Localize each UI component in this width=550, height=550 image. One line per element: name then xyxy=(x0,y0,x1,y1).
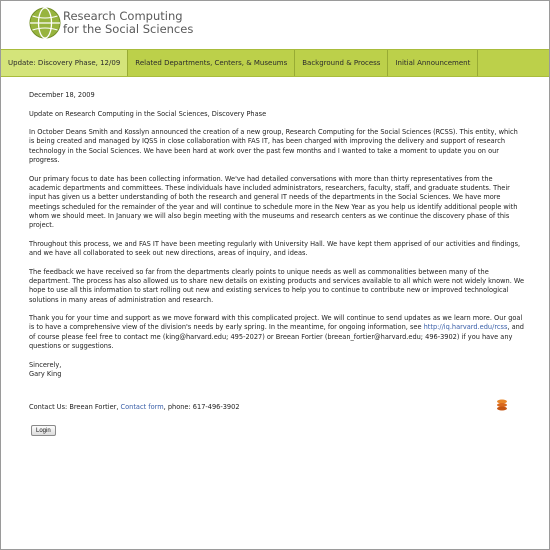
page-frame: Research Computing for the Social Scienc… xyxy=(0,0,550,550)
site-title[interactable]: Research Computing for the Social Scienc… xyxy=(63,10,203,36)
green-globe-icon[interactable] xyxy=(29,7,61,39)
login-button[interactable]: Login xyxy=(31,425,56,436)
tab-update-discovery-phase[interactable]: Update: Discovery Phase, 12/09 xyxy=(1,50,129,76)
contact-suffix: , phone: 617-496-3902 xyxy=(163,403,240,411)
paragraph-2: Our primary focus to date has been colle… xyxy=(29,174,518,230)
contact-form-link[interactable]: Contact form xyxy=(121,403,164,411)
tab-background-process[interactable]: Background & Process xyxy=(295,50,389,76)
footer-contact: Contact Us: Breean Fortier, Contact form… xyxy=(29,403,525,412)
article-heading: Update on Research Computing in the Soci… xyxy=(29,109,267,118)
contact-prefix: Contact Us: Breean Fortier, xyxy=(29,403,121,411)
paragraph-4: The feedback we have received so far fro… xyxy=(29,267,525,304)
paragraph-3: Throughout this process, we and FAS IT h… xyxy=(29,239,521,258)
article-date: December 18, 2009 xyxy=(29,91,95,99)
article-body: December 18, 2009 Update on Research Com… xyxy=(29,91,525,389)
main-nav: Update: Discovery Phase, 12/09 Related D… xyxy=(1,49,549,77)
rcss-link[interactable]: http://iq.harvard.edu/rcss xyxy=(424,323,508,331)
site-header: Research Computing for the Social Scienc… xyxy=(1,1,549,49)
orange-stack-icon[interactable] xyxy=(495,398,509,412)
tab-initial-announcement[interactable]: Initial Announcement xyxy=(388,50,479,76)
paragraph-5: Thank you for your time and support as w… xyxy=(29,314,525,351)
closing: Sincerely, xyxy=(29,360,62,369)
tab-related-departments[interactable]: Related Departments, Centers, & Museums xyxy=(128,50,296,76)
signoff: Sincerely, Gary King xyxy=(29,361,525,380)
signature: Gary King xyxy=(29,369,62,378)
paragraph-1: In October Deans Smith and Kosslyn annou… xyxy=(29,128,518,165)
